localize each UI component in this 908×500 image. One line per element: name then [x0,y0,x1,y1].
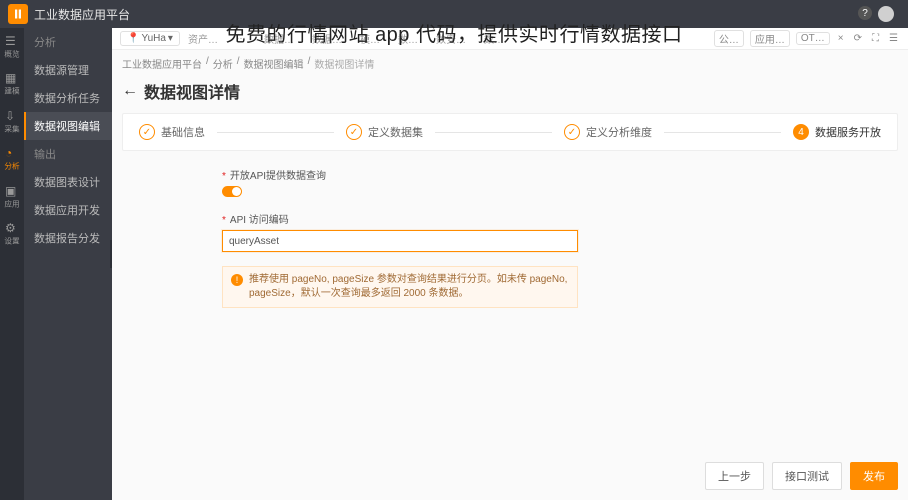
api-code-label: API 访问编码 [222,211,898,226]
api-code-input[interactable] [222,230,578,252]
api-toggle-label: 开放API提供数据查询 [222,167,898,182]
top-menu-item[interactable]: 资产… [188,31,218,46]
app-logo [8,4,28,24]
refresh-icon[interactable]: ⟳ [852,33,864,44]
side-item-chart[interactable]: 数据图表设计 [24,168,112,196]
side-heading-output: 输出 [24,140,112,168]
side-item-view-edit[interactable]: 数据视图编辑 [24,112,112,140]
breadcrumb-item[interactable]: 分析 [213,56,233,71]
hint-box: ! 推荐使用 pageNo, pageSize 参数对查询结果进行分页。如未传 … [222,266,578,308]
side-item-datasource[interactable]: 数据源管理 [24,56,112,84]
info-icon: ! [231,274,243,286]
side-nav: 分析 数据源管理 数据分析任务 数据视图编辑 输出 数据图表设计 数据应用开发 … [24,28,112,500]
app-title: 工业数据应用平台 [34,6,130,23]
page-title-row: ← 数据视图详情 [112,77,908,113]
step-dimension[interactable]: ✓定义分析维度 [564,124,652,140]
top-menu-item[interactable]: 模… [360,31,380,46]
side-item-report[interactable]: 数据报告分发 [24,224,112,252]
top-utils[interactable]: 公… [714,30,744,47]
close-icon[interactable]: × [836,33,846,44]
rail-apps[interactable]: ▣应用 [0,178,24,215]
top-strip: 📍 YuHa ▾ 资产… … 数据… 数据… 模… 数… 数安… 数… 公… 应… [112,28,908,50]
top-menu-item[interactable]: 数… [398,31,418,46]
top-ot[interactable]: OT… [796,32,830,45]
top-menu-item[interactable]: 数据… [312,31,342,46]
breadcrumb-item[interactable]: 工业数据应用平台 [122,56,202,71]
help-icon[interactable]: ? [858,6,872,20]
top-menu-item[interactable]: … [236,31,246,46]
top-menu-item[interactable]: 数据… [264,31,294,46]
top-apps[interactable]: 应用… [750,30,790,47]
step-service[interactable]: 4数据服务开放 [793,124,881,140]
rail-collect[interactable]: ⇩采集 [0,103,24,140]
test-api-button[interactable]: 接口测试 [772,462,842,490]
save-button[interactable]: 发布 [850,462,898,490]
rail-settings[interactable]: ⚙设置 [0,215,24,252]
api-toggle[interactable] [222,186,242,197]
step-basic[interactable]: ✓基础信息 [139,124,205,140]
icon-rail: ☰概览 ▦建模 ⇩采集 ◔分析 ▣应用 ⚙设置 [0,28,24,500]
hint-text: 推荐使用 pageNo, pageSize 参数对查询结果进行分页。如未传 pa… [249,273,569,301]
rail-analyze[interactable]: ◔分析 [0,140,24,177]
avatar[interactable] [878,6,894,22]
location-icon: 📍 [127,33,139,44]
location-text: YuHa [141,33,165,44]
breadcrumb: 工业数据应用平台/ 分析/ 数据视图编辑/ 数据视图详情 [112,50,908,77]
side-heading-analyze: 分析 [24,28,112,56]
location-picker[interactable]: 📍 YuHa ▾ [120,31,180,46]
top-menu-item[interactable]: 数安… [436,31,466,46]
app-header: 工业数据应用平台 [0,0,908,28]
top-menu-item[interactable]: 数… [484,31,504,46]
breadcrumb-current: 数据视图详情 [314,56,374,71]
back-arrow-icon[interactable]: ← [122,82,138,100]
expand-icon[interactable]: ⛶ [870,33,881,44]
rail-model[interactable]: ▦建模 [0,65,24,102]
footer-actions: 上一步 接口测试 发布 [705,462,898,490]
top-menu: 资产… … 数据… 数据… 模… 数… 数安… 数… [188,31,714,46]
form: 开放API提供数据查询 API 访问编码 ! 推荐使用 pageNo, page… [112,151,908,308]
prev-button[interactable]: 上一步 [705,462,764,490]
chevron-down-icon: ▾ [168,33,173,44]
rail-overview[interactable]: ☰概览 [0,28,24,65]
breadcrumb-item[interactable]: 数据视图编辑 [244,56,304,71]
main: 📍 YuHa ▾ 资产… … 数据… 数据… 模… 数… 数安… 数… 公… 应… [112,28,908,500]
stepper: ✓基础信息 ✓定义数据集 ✓定义分析维度 4数据服务开放 [122,113,898,151]
menu-icon[interactable]: ☰ [887,33,900,44]
step-dataset[interactable]: ✓定义数据集 [346,124,423,140]
side-item-appdev[interactable]: 数据应用开发 [24,196,112,224]
side-item-tasks[interactable]: 数据分析任务 [24,84,112,112]
page-title: 数据视图详情 [144,79,240,103]
